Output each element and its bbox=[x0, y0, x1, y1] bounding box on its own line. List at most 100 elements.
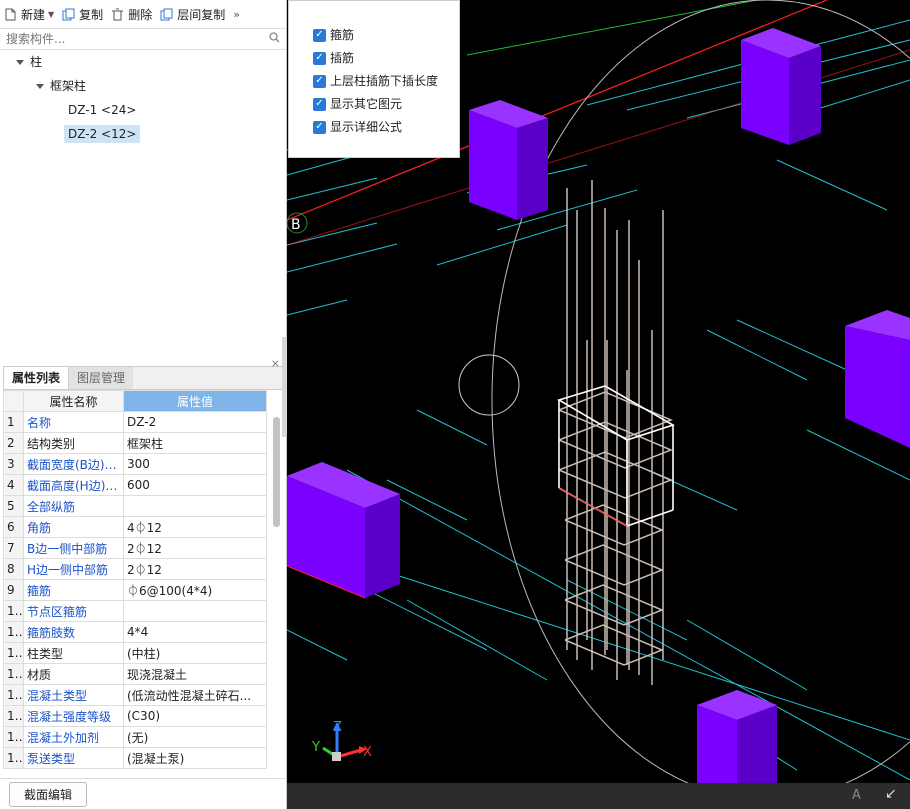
checkbox-checked-icon[interactable]: ✓ bbox=[313, 28, 326, 42]
property-name-header: 属性名称 bbox=[23, 390, 124, 412]
grid-line bbox=[287, 299, 348, 316]
tree-node-label: 柱 bbox=[30, 55, 43, 69]
property-value[interactable]: (混凝土泵) bbox=[123, 747, 267, 769]
table-row[interactable]: 4 截面高度(H边)(... 600 bbox=[3, 474, 267, 496]
property-value[interactable]: 4⏀12 bbox=[123, 516, 267, 538]
checkbox-checked-icon[interactable]: ✓ bbox=[313, 74, 326, 88]
property-value[interactable]: (中柱) bbox=[123, 642, 267, 664]
table-row[interactable]: 2 结构类别 框架柱 bbox=[3, 432, 267, 454]
floor-copy-button[interactable]: 层间复制 bbox=[160, 6, 225, 23]
collapse-icon[interactable]: ↙ bbox=[885, 786, 897, 802]
property-name: 混凝土强度等级 bbox=[23, 705, 124, 727]
row-number: 12 bbox=[3, 642, 24, 664]
new-button[interactable]: 新建 ▼ bbox=[4, 6, 54, 23]
tree-item-dz1[interactable]: DZ-1 <24> bbox=[64, 100, 140, 120]
option-show-detail-formula[interactable]: ✓ 显示详细公式 bbox=[313, 118, 402, 136]
grid-line bbox=[436, 224, 568, 266]
more-tools-icon[interactable]: » bbox=[233, 8, 240, 21]
grid-line bbox=[706, 329, 808, 381]
table-row[interactable]: 12 柱类型 (中柱) bbox=[3, 642, 267, 664]
row-number: 10 bbox=[3, 600, 24, 622]
column-block[interactable] bbox=[287, 462, 400, 599]
expand-triangle-icon[interactable] bbox=[36, 84, 44, 89]
checkbox-checked-icon[interactable]: ✓ bbox=[313, 51, 326, 65]
row-number: 6 bbox=[3, 516, 24, 538]
tree-node-label: 框架柱 bbox=[50, 79, 87, 93]
property-value[interactable]: 600 bbox=[123, 474, 267, 496]
table-row[interactable]: 5 全部纵筋 bbox=[3, 495, 267, 517]
table-row[interactable]: 1 名称 DZ-2 bbox=[3, 411, 267, 433]
grid-line bbox=[686, 619, 808, 691]
floor-copy-icon bbox=[160, 8, 173, 21]
property-value[interactable]: (低流动性混凝土碎石... bbox=[123, 684, 267, 706]
row-number: 9 bbox=[3, 579, 24, 601]
column-block[interactable] bbox=[741, 28, 821, 145]
option-upper-dowel-length[interactable]: ✓ 上层柱插筋下插长度 bbox=[313, 72, 438, 90]
grid-line bbox=[776, 159, 888, 211]
table-row[interactable]: 15 混凝土强度等级 (C30) bbox=[3, 705, 267, 727]
grid-line bbox=[366, 589, 488, 651]
option-dowel[interactable]: ✓ 插筋 bbox=[313, 49, 354, 67]
property-value[interactable]: 4*4 bbox=[123, 621, 267, 643]
row-number: 4 bbox=[3, 474, 24, 496]
table-row[interactable]: 13 材质 现浇混凝土 bbox=[3, 663, 267, 685]
table-row[interactable]: 16 混凝土外加剂 (无) bbox=[3, 726, 267, 748]
property-value[interactable]: 2⏀12 bbox=[123, 537, 267, 559]
property-value[interactable]: (C30) bbox=[123, 705, 267, 727]
section-edit-button[interactable]: 截面编辑 bbox=[9, 782, 88, 807]
table-row[interactable]: 11 箍筋肢数 4*4 bbox=[3, 621, 267, 643]
bottom-bar: 截面编辑 bbox=[0, 778, 287, 809]
property-value[interactable] bbox=[123, 600, 267, 622]
tree-item-dz2[interactable]: DZ-2 <12> bbox=[64, 124, 141, 144]
axis-a-label: A bbox=[852, 788, 861, 803]
table-row[interactable]: 14 混凝土类型 (低流动性混凝土碎石... bbox=[3, 684, 267, 706]
property-name: 角筋 bbox=[23, 516, 124, 538]
close-icon[interactable]: × bbox=[271, 357, 280, 370]
component-search-input[interactable] bbox=[6, 32, 236, 46]
table-row[interactable]: 8 H边一侧中部筋 2⏀12 bbox=[3, 558, 267, 580]
property-value[interactable]: (无) bbox=[123, 726, 267, 748]
dropdown-arrow-icon[interactable]: ▼ bbox=[48, 10, 54, 19]
delete-button[interactable]: 删除 bbox=[111, 6, 152, 23]
row-number: 14 bbox=[3, 684, 24, 706]
option-show-other-elements[interactable]: ✓ 显示其它图元 bbox=[313, 95, 402, 113]
property-value[interactable]: 框架柱 bbox=[123, 432, 267, 454]
table-row[interactable]: 6 角筋 4⏀12 bbox=[3, 516, 267, 538]
tab-layer-management[interactable]: 图层管理 bbox=[69, 367, 134, 389]
viewport-status-bar: A ↙ bbox=[287, 783, 910, 809]
property-name: 泵送类型 bbox=[23, 747, 124, 769]
tab-property-list[interactable]: 属性列表 bbox=[3, 366, 70, 389]
column-block[interactable] bbox=[697, 690, 777, 790]
property-value[interactable] bbox=[123, 495, 267, 517]
panel-tabs: × 属性列表 图层管理 bbox=[3, 357, 284, 390]
expand-triangle-icon[interactable] bbox=[16, 60, 24, 65]
tree-node-column[interactable]: 柱 bbox=[16, 52, 42, 72]
table-row[interactable]: 17 泵送类型 (混凝土泵) bbox=[3, 747, 267, 769]
axis-b-label: B bbox=[291, 217, 301, 233]
search-icon[interactable] bbox=[269, 32, 280, 46]
property-value[interactable]: DZ-2 bbox=[123, 411, 267, 433]
row-number: 7 bbox=[3, 537, 24, 559]
column-block[interactable] bbox=[469, 100, 548, 220]
option-stirrup[interactable]: ✓ 箍筋 bbox=[313, 26, 354, 44]
table-row[interactable]: 10 节点区箍筋 bbox=[3, 600, 267, 622]
grid-line bbox=[287, 629, 348, 661]
property-value[interactable]: 现浇混凝土 bbox=[123, 663, 267, 685]
property-name: 柱类型 bbox=[23, 642, 124, 664]
property-value[interactable]: 300 bbox=[123, 453, 267, 475]
property-value[interactable]: 2⏀12 bbox=[123, 558, 267, 580]
table-row[interactable]: 7 B边一侧中部筋 2⏀12 bbox=[3, 537, 267, 559]
property-name: 混凝土类型 bbox=[23, 684, 124, 706]
copy-button[interactable]: 复制 bbox=[62, 6, 103, 23]
row-number: 15 bbox=[3, 705, 24, 727]
tree-node-frame-column[interactable]: 框架柱 bbox=[36, 76, 86, 96]
table-row[interactable]: 3 截面宽度(B边)(... 300 bbox=[3, 453, 267, 475]
checkbox-checked-icon[interactable]: ✓ bbox=[313, 97, 326, 111]
property-panel: × 属性列表 图层管理 属性名称 属性值 1 名称 DZ-2 2 结构类别 框架柱 3 截面宽… bbox=[3, 357, 284, 778]
property-name: B边一侧中部筋 bbox=[23, 537, 124, 559]
checkbox-checked-icon[interactable]: ✓ bbox=[313, 120, 326, 134]
column-block[interactable] bbox=[845, 310, 910, 448]
vertical-scrollbar[interactable] bbox=[273, 417, 280, 527]
table-row[interactable]: 9 箍筋 ⏀6@100(4*4) bbox=[3, 579, 267, 601]
property-value[interactable]: ⏀6@100(4*4) bbox=[123, 579, 267, 601]
